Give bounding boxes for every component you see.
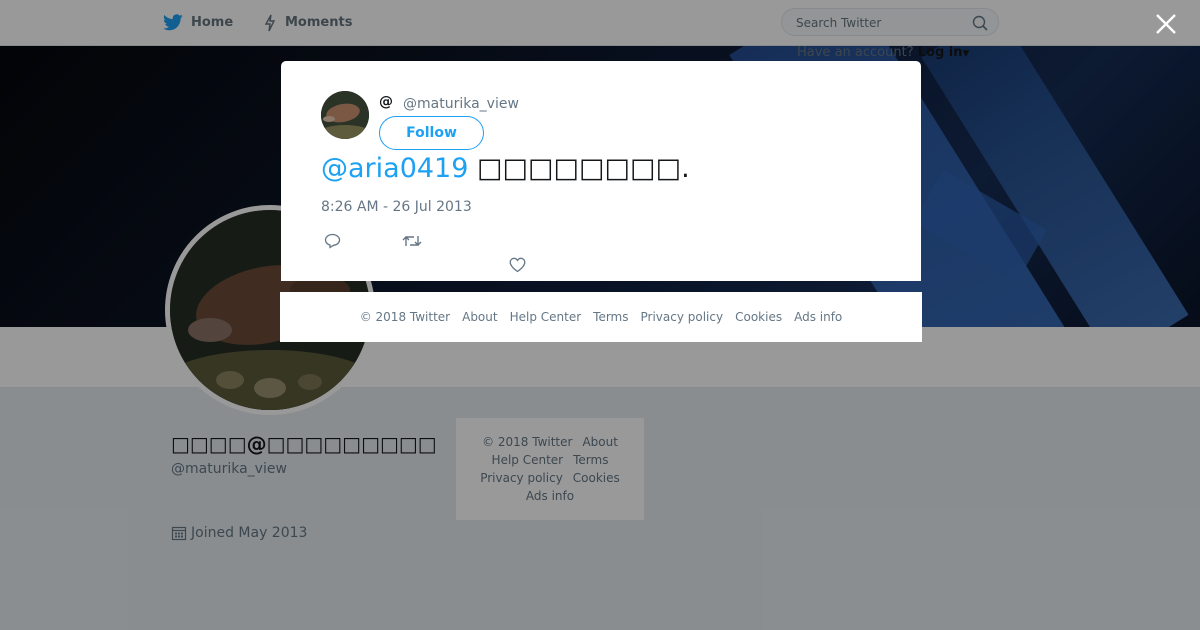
tweet-timestamp[interactable]: 8:26 AM - 26 Jul 2013 xyxy=(321,199,472,215)
modal-footer-terms[interactable]: Terms xyxy=(593,310,628,324)
tweet-body-text: □□□□□□□□. xyxy=(477,153,690,184)
tweet-author-handle[interactable]: @maturika_view xyxy=(403,96,519,112)
close-icon[interactable] xyxy=(1155,13,1177,35)
tweet-mention-link[interactable]: @aria0419 xyxy=(321,153,468,184)
modal-footer-privacy[interactable]: Privacy policy xyxy=(641,310,724,324)
platypus-thumbnail xyxy=(321,91,369,139)
tweet-text: @aria0419 □□□□□□□□. xyxy=(321,153,690,184)
modal-footer-copyright: © 2018 Twitter xyxy=(359,310,451,324)
tweet-modal: @ @maturika_view Follow @aria0419 □□□□□□… xyxy=(281,61,921,281)
modal-footer: © 2018 Twitter About Help Center Terms P… xyxy=(280,292,922,342)
reply-icon[interactable] xyxy=(324,233,341,249)
modal-footer-ads-info[interactable]: Ads info xyxy=(794,310,842,324)
modal-footer-about[interactable]: About xyxy=(462,310,497,324)
tweet-author-avatar[interactable] xyxy=(321,91,369,139)
modal-footer-help-center[interactable]: Help Center xyxy=(510,310,582,324)
retweet-icon[interactable] xyxy=(402,233,422,249)
heart-icon[interactable] xyxy=(509,257,526,273)
tweet-author-name[interactable]: @ xyxy=(379,94,393,110)
modal-footer-cookies[interactable]: Cookies xyxy=(735,310,782,324)
follow-button[interactable]: Follow xyxy=(379,116,484,150)
